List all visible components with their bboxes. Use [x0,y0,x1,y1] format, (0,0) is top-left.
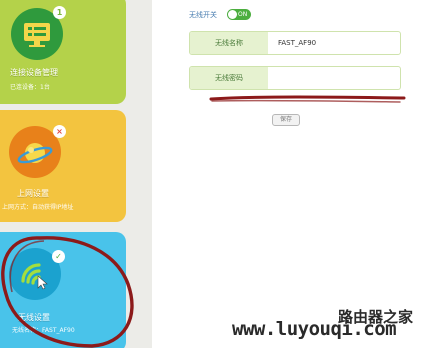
wireless-title: 无线设置 [18,313,50,322]
wireless-switch-toggle[interactable]: ON [227,9,251,20]
save-button[interactable]: 保存 [272,114,300,126]
devices-card[interactable]: 1 连接设备管理 已连设备：1台 [0,0,126,104]
internet-card[interactable]: × 上网设置 上网方式：自动获得IP地址 [0,110,126,222]
password-input[interactable] [268,67,400,89]
wireless-switch-label: 无线开关 [189,11,217,19]
internet-title: 上网设置 [17,189,49,198]
watermark-url: www.luyouqi.com [232,318,397,340]
ssid-field: 无线名称 FAST_AF90 [189,31,401,55]
wireless-card[interactable]: ✓ 无线设置 无线名称：FAST_AF90 [0,232,126,348]
internet-subtitle: 上网方式：自动获得IP地址 [2,204,74,211]
wireless-subtitle: 无线名称：FAST_AF90 [12,327,75,334]
wireless-check-badge: ✓ [52,250,65,263]
internet-status-badge: × [53,125,66,138]
sidebar: 1 连接设备管理 已连设备：1台 × 上网设置 上网方式：自动获得IP地址 ✓ … [0,0,152,348]
password-field: 无线密码 [189,66,401,90]
ssid-label: 无线名称 [190,32,268,54]
password-label: 无线密码 [190,67,268,89]
toggle-knob [228,10,237,19]
devices-count-badge: 1 [53,6,66,19]
ssid-value[interactable]: FAST_AF90 [278,32,316,54]
wireless-settings-panel: 无线开关 ON 无线名称 FAST_AF90 无线密码 保存 [152,0,438,348]
toggle-state-text: ON [238,11,248,18]
devices-title: 连接设备管理 [10,68,58,77]
devices-subtitle: 已连设备：1台 [10,84,50,91]
